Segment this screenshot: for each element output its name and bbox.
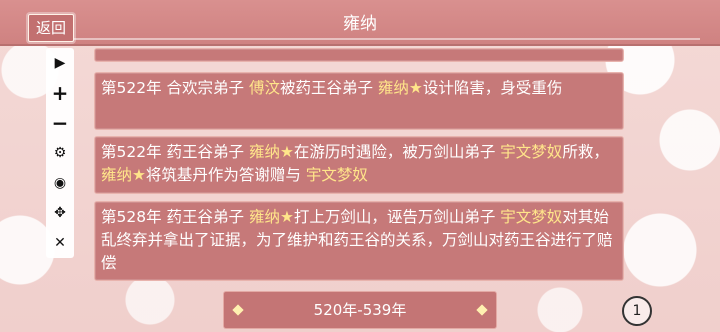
move-icon[interactable]: ✥ — [46, 202, 74, 224]
event-text: 在游历时遇险，被万剑山弟子 — [293, 143, 501, 161]
close-icon[interactable]: ✕ — [46, 232, 74, 254]
gear-icon[interactable]: ⚙ — [46, 142, 74, 164]
event-text: 第528年 药王谷弟子 — [101, 208, 249, 226]
eye-off-icon[interactable]: ◉ — [46, 172, 74, 194]
event-card: 第522年 药王谷弟子 雍纳★在游历时遇险，被万剑山弟子 宇文梦奴所救，雍纳★将… — [94, 136, 624, 194]
event-card: 第522年 合欢宗弟子 傅汶被药王谷弟子 雍纳★设计陷害，身受重伤 — [94, 72, 624, 130]
event-card-partial — [94, 48, 624, 62]
minus-icon[interactable]: − — [46, 111, 74, 135]
prev-diamond-icon[interactable] — [232, 304, 244, 316]
event-text: 第522年 药王谷弟子 — [101, 143, 249, 161]
character-name[interactable]: 宇文梦奴 — [306, 166, 368, 184]
plus-icon[interactable]: + — [46, 81, 74, 105]
character-name[interactable]: 宇文梦奴 — [500, 143, 562, 161]
header-ornament — [60, 38, 700, 40]
character-name[interactable]: 雍纳★ — [101, 166, 146, 184]
event-text: 所救， — [562, 143, 609, 161]
event-text: 第522年 合欢宗弟子 — [101, 79, 249, 97]
character-name[interactable]: 雍纳★ — [249, 208, 294, 226]
event-text: 将筑基丹作为答谢赠与 — [145, 166, 306, 184]
event-text: 设计陷害，身受重伤 — [422, 79, 563, 97]
character-name[interactable]: 雍纳★ — [378, 79, 423, 97]
character-name[interactable]: 傅汶 — [249, 79, 280, 97]
character-name[interactable]: 雍纳★ — [249, 143, 294, 161]
year-range-pager[interactable]: 520年-539年 — [224, 292, 496, 328]
locate-crosshair-button[interactable]: 1 — [622, 296, 652, 326]
play-icon[interactable]: ▶ — [46, 52, 74, 74]
side-toolbar: ▶ + − ⚙ ◉ ✥ ✕ — [46, 48, 74, 258]
next-diamond-icon[interactable] — [476, 304, 488, 316]
character-name[interactable]: 宇文梦奴 — [500, 208, 562, 226]
event-text: 被药王谷弟子 — [279, 79, 378, 97]
event-feed[interactable]: 第522年 合欢宗弟子 傅汶被药王谷弟子 雍纳★设计陷害，身受重伤 第522年 … — [94, 48, 624, 286]
page-title: 雍纳 — [343, 14, 377, 34]
event-text: 打上万剑山，诬告万剑山弟子 — [293, 208, 501, 226]
event-card: 第528年 药王谷弟子 雍纳★打上万剑山，诬告万剑山弟子 宇文梦奴对其始乱终弃并… — [94, 201, 624, 281]
year-range-label: 520年-539年 — [313, 301, 407, 319]
